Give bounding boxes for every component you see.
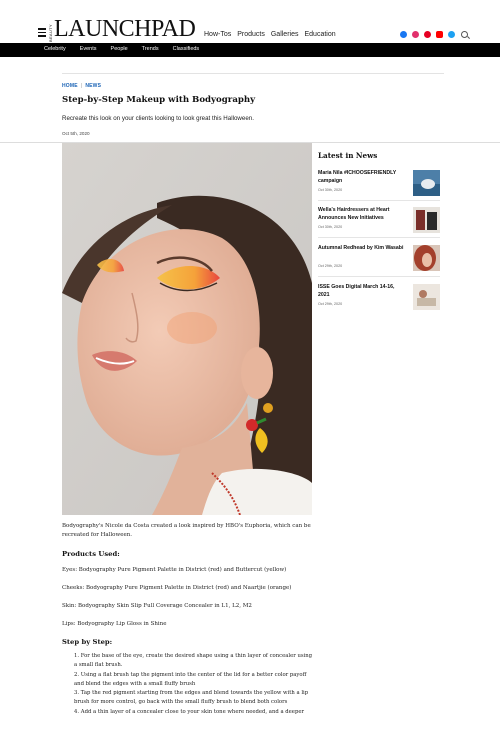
breadcrumb-news[interactable]: NEWS [85, 83, 101, 89]
site-header: BEAUTY LAUNCHPAD How-Tos Products Galler… [0, 0, 500, 44]
pinterest-icon[interactable] [424, 31, 431, 38]
sidebar-thumbnail[interactable] [413, 284, 440, 310]
main-nav: How-Tos Products Galleries Education [204, 31, 336, 38]
product-cheeks: Cheeks: Bodyography Pure Pigment Palette… [62, 585, 292, 591]
nav-item-education[interactable]: Education [304, 31, 335, 38]
product-skin: Skin: Bodyography Skin Slip Full Coverag… [62, 603, 252, 609]
sidebar-item-title[interactable]: Wella's Hairdressers at Heart Announces … [318, 207, 406, 222]
twitter-icon[interactable] [448, 31, 455, 38]
nav-item-products[interactable]: Products [237, 31, 265, 38]
divider [318, 276, 440, 277]
intro-paragraph: Bodyography's Nicole da Costa created a … [62, 523, 311, 538]
hero-image [62, 143, 312, 515]
breadcrumb-home[interactable]: HOME [62, 83, 78, 89]
lip-gloss-link[interactable]: Lip Gloss [116, 621, 142, 627]
sidebar-thumbnail[interactable] [413, 170, 440, 196]
sub-nav: Celebrity Events People Trends Classifie… [0, 43, 500, 57]
instagram-icon[interactable] [412, 31, 419, 38]
sidebar-thumbnail[interactable] [413, 245, 440, 271]
youtube-icon[interactable] [436, 31, 443, 38]
sidebar-item[interactable]: ISSE Goes Digital March 14-16, 2021 Oct … [318, 284, 440, 310]
nav-item-how-tos[interactable]: How-Tos [204, 31, 231, 38]
subnav-item-trends[interactable]: Trends [142, 46, 159, 52]
social-links [400, 31, 468, 38]
step-item: 4. Add a thin layer of a concealer close… [74, 708, 304, 715]
subnav-item-celebrity[interactable]: Celebrity [44, 46, 66, 52]
sidebar-item-title[interactable]: Autumnal Redhead by Kim Wasabi [318, 245, 406, 253]
sidebar-title: Latest in News [318, 151, 378, 160]
pure-pigment-palette-link[interactable]: Pure Pigment Palette [117, 567, 176, 573]
divider [318, 200, 440, 201]
article-dek: Recreate this look on your clients looki… [62, 115, 254, 122]
subnav-item-people[interactable]: People [111, 46, 128, 52]
search-icon[interactable] [461, 31, 468, 38]
concealer-link[interactable]: Skin Slip Full Coverage Concealer [117, 603, 213, 609]
subnav-item-classifieds[interactable]: Classifieds [173, 46, 200, 52]
step-item: 1. For the base of the eye, create the d… [74, 653, 313, 669]
subnav-item-events[interactable]: Events [80, 46, 97, 52]
step-item: 2. Using a flat brush tap the pigment in… [74, 671, 307, 687]
sidebar-item[interactable]: Maria Nila #ICHOOSEFRIENDLY campaign Oct… [318, 170, 440, 196]
steps-list: 1. For the base of the eye, create the d… [74, 652, 314, 717]
product-lips: Lips: Bodyography Lip Gloss in Shine [62, 621, 167, 627]
bodyography-link[interactable]: Bodyography [62, 523, 99, 529]
facebook-icon[interactable] [400, 31, 407, 38]
menu-icon[interactable] [38, 28, 46, 37]
sidebar-item-title[interactable]: Maria Nila #ICHOOSEFRIENDLY campaign [318, 170, 406, 185]
divider [318, 237, 440, 238]
sidebar-item[interactable]: Autumnal Redhead by Kim Wasabi Oct 29th,… [318, 245, 440, 271]
nav-item-galleries[interactable]: Galleries [271, 31, 299, 38]
euphoria-link[interactable]: Euphoria [245, 523, 271, 529]
sidebar-item[interactable]: Wella's Hairdressers at Heart Announces … [318, 207, 440, 233]
nicole-da-costa-link[interactable]: Nicole da Costa [105, 523, 149, 529]
product-eyes: Eyes: Bodyography Pure Pigment Palette i… [62, 567, 287, 573]
steps-heading: Step by Step: [62, 638, 113, 646]
step-item: 3. Tap the red pigment starting from the… [74, 690, 309, 706]
breadcrumb: HOME | NEWS [62, 83, 101, 89]
sidebar-thumbnail[interactable] [413, 207, 440, 233]
divider [62, 73, 444, 74]
article-title: Step-by-Step Makeup with Bodyography [62, 95, 256, 105]
sidebar-item-title[interactable]: ISSE Goes Digital March 14-16, 2021 [318, 284, 406, 299]
products-heading: Products Used: [62, 550, 120, 558]
site-logo[interactable]: LAUNCHPAD [54, 17, 196, 41]
article-date: Oct 5th, 2020 [62, 131, 90, 136]
